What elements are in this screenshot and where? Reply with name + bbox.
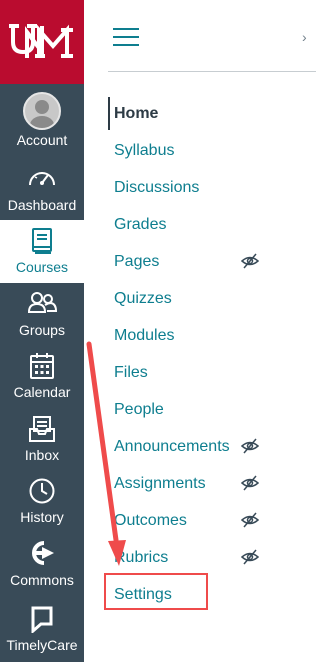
course-nav-modules[interactable]: Modules bbox=[108, 317, 316, 354]
course-nav-label: People bbox=[114, 401, 164, 418]
hamburger-menu-icon[interactable] bbox=[113, 28, 139, 46]
course-nav-label: Pages bbox=[114, 253, 160, 270]
nav-inbox-label: Inbox bbox=[24, 447, 60, 463]
course-nav-announcements[interactable]: Announcements bbox=[108, 428, 316, 465]
inbox-icon bbox=[29, 416, 55, 442]
timelycare-chat-icon bbox=[31, 606, 53, 633]
course-nav-pages[interactable]: Pages bbox=[108, 243, 316, 280]
course-nav-syllabus[interactable]: Syllabus bbox=[108, 132, 316, 169]
course-navigation: Home Syllabus Discussions Grades Pages Q… bbox=[108, 95, 316, 613]
course-nav-quizzes[interactable]: Quizzes bbox=[108, 280, 316, 317]
course-nav-label: Home bbox=[114, 105, 159, 122]
nav-history[interactable]: History bbox=[0, 470, 84, 532]
hidden-eye-icon bbox=[241, 549, 259, 565]
settings-highlight-box bbox=[104, 573, 208, 610]
course-nav-label: Assignments bbox=[114, 475, 206, 492]
nav-timelycare-label: TimelyCare bbox=[6, 637, 78, 653]
nav-account[interactable]: Account bbox=[0, 88, 84, 150]
groups-people-icon bbox=[27, 292, 57, 313]
course-nav-discussions[interactable]: Discussions bbox=[108, 169, 316, 206]
nav-groups[interactable]: Groups bbox=[0, 283, 84, 345]
course-nav-assignments[interactable]: Assignments bbox=[108, 465, 316, 502]
chevron-right-icon[interactable]: › bbox=[302, 29, 307, 45]
account-avatar-icon bbox=[23, 92, 61, 130]
calendar-icon bbox=[30, 353, 54, 379]
hidden-eye-icon bbox=[241, 475, 259, 491]
nav-commons[interactable]: Commons bbox=[0, 533, 84, 595]
course-nav-label: Files bbox=[114, 364, 148, 381]
nav-dashboard[interactable]: Dashboard bbox=[0, 158, 84, 220]
nav-calendar[interactable]: Calendar bbox=[0, 345, 84, 407]
course-nav-label: Outcomes bbox=[114, 512, 187, 529]
course-nav-files[interactable]: Files bbox=[108, 354, 316, 391]
global-navigation: Account Dashboard Courses Groups Calenda… bbox=[0, 0, 84, 662]
course-nav-rubrics[interactable]: Rubrics bbox=[108, 539, 316, 576]
course-nav-home[interactable]: Home bbox=[108, 95, 316, 132]
course-nav-label: Announcements bbox=[114, 438, 230, 455]
course-nav-label: Rubrics bbox=[114, 549, 169, 566]
course-nav-grades[interactable]: Grades bbox=[108, 206, 316, 243]
course-nav-label: Modules bbox=[114, 327, 175, 344]
history-clock-icon bbox=[29, 478, 55, 504]
course-nav-label: Grades bbox=[114, 216, 167, 233]
nav-calendar-label: Calendar bbox=[13, 384, 71, 400]
nav-history-label: History bbox=[20, 509, 64, 525]
unm-logo-icon[interactable] bbox=[0, 0, 84, 84]
courses-book-icon bbox=[32, 228, 52, 254]
course-nav-people[interactable]: People bbox=[108, 391, 316, 428]
hidden-eye-icon bbox=[241, 438, 259, 454]
nav-inbox[interactable]: Inbox bbox=[0, 408, 84, 470]
commons-arrow-icon bbox=[32, 541, 54, 565]
header-divider bbox=[108, 71, 316, 72]
nav-groups-label: Groups bbox=[19, 322, 65, 338]
course-nav-outcomes[interactable]: Outcomes bbox=[108, 502, 316, 539]
hidden-eye-icon bbox=[241, 253, 259, 269]
dashboard-gauge-icon bbox=[29, 172, 55, 186]
nav-courses[interactable]: Courses bbox=[0, 220, 84, 283]
nav-courses-label: Courses bbox=[15, 259, 69, 275]
nav-commons-label: Commons bbox=[10, 572, 74, 588]
nav-account-label: Account bbox=[16, 132, 68, 148]
course-nav-label: Discussions bbox=[114, 179, 200, 196]
nav-dashboard-label: Dashboard bbox=[7, 197, 77, 213]
course-nav-label: Quizzes bbox=[114, 290, 172, 307]
hidden-eye-icon bbox=[241, 512, 259, 528]
nav-timelycare[interactable]: TimelyCare bbox=[0, 598, 84, 660]
course-nav-label: Syllabus bbox=[114, 142, 175, 159]
